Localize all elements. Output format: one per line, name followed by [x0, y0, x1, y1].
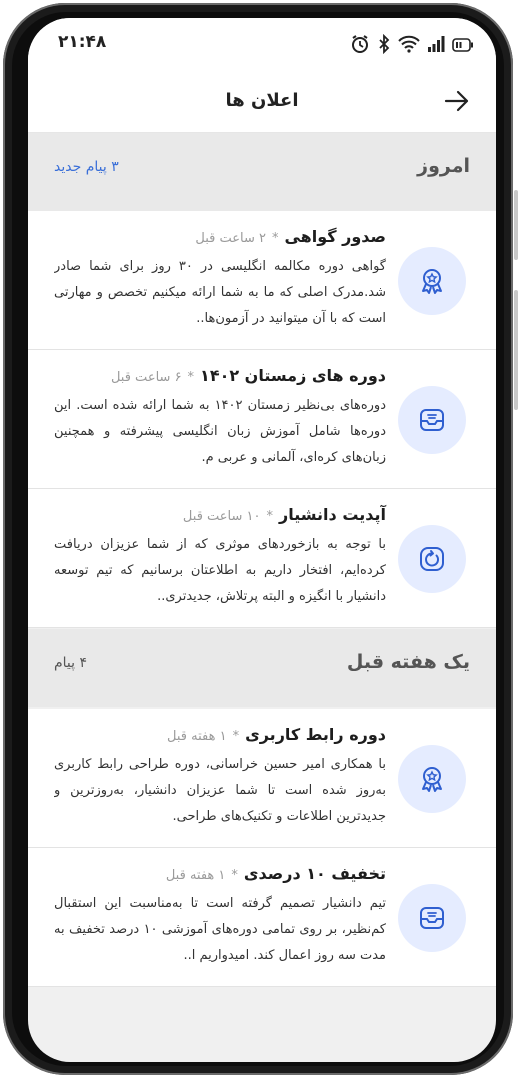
inbox-icon	[398, 386, 466, 454]
separator-star: *	[271, 231, 279, 246]
notification-title: دوره های زمستان ۱۴۰۲	[200, 366, 386, 385]
notification-body: تیم دانشیار تصمیم گرفته است تا به‌مناسبت…	[54, 896, 386, 963]
notification-body: گواهی دوره مکالمه انگلیسی در ۳۰ روز برای…	[54, 259, 386, 326]
status-bar: ۲۱:۴۸	[28, 18, 496, 70]
notification-body: با توجه به بازخوردهای موثری که از شما عز…	[54, 537, 386, 604]
section-header-today: امروز ۳ پیام جدید	[28, 133, 496, 211]
notification-title: تخفیف ۱۰ درصدی	[243, 864, 386, 883]
notification-time: ۱ هفته قبل	[167, 729, 227, 744]
section-title: یک هفته قبل	[346, 651, 470, 673]
alarm-icon	[350, 34, 370, 58]
notification-title: صدور گواهی	[284, 227, 386, 246]
separator-star: *	[231, 868, 238, 883]
notification-body: دوره‌های بی‌نظیر زمستان ۱۴۰۲ به شما ارائ…	[54, 398, 386, 465]
notification-item[interactable]: دوره های زمستان ۱۴۰۲ * ۶ ساعت قبل دوره‌ه…	[28, 350, 496, 489]
section-header-week: یک هفته قبل ۴ پیام	[28, 629, 496, 707]
section-title: امروز	[417, 155, 470, 177]
notification-list-week: دوره رابط کاربری * ۱ هفته قبل با همکاری …	[28, 709, 496, 987]
notification-time: ۱ هفته قبل	[165, 868, 226, 883]
notification-item[interactable]: دوره رابط کاربری * ۱ هفته قبل با همکاری …	[28, 709, 496, 848]
award-icon	[398, 247, 466, 315]
messages-count: ۴ پیام	[54, 655, 88, 671]
notification-list-today: صدور گواهی * ۲ ساعت قبل گواهی دوره مکالم…	[28, 211, 496, 628]
notification-time: ۱۰ ساعت قبل	[182, 509, 261, 524]
new-messages-count[interactable]: ۳ پیام جدید	[54, 159, 119, 175]
separator-star: *	[187, 370, 195, 385]
side-button	[514, 190, 518, 260]
side-button	[514, 290, 518, 410]
notification-time: ۶ ساعت قبل	[110, 370, 182, 385]
notification-title: دوره رابط کاربری	[245, 725, 386, 744]
page-title: اعلان ها	[225, 90, 299, 111]
wifi-icon	[398, 35, 420, 57]
battery-icon	[452, 37, 474, 56]
award-icon	[398, 745, 466, 813]
notification-item[interactable]: آپدیت دانشیار * ۱۰ ساعت قبل با توجه به ب…	[28, 489, 496, 628]
separator-star: *	[266, 509, 274, 524]
screen: ۲۱:۴۸ اعلان ها امروز ۳ پیام جدید صدور گو…	[28, 18, 496, 1062]
notification-title: آپدیت دانشیار	[279, 505, 386, 524]
status-time: ۲۱:۴۸	[58, 32, 107, 52]
refresh-icon	[398, 525, 466, 593]
signal-icon	[427, 36, 445, 56]
notification-body: با همکاری امیر حسین خراسانی، دوره طراحی …	[54, 757, 386, 824]
arrow-right-icon[interactable]	[444, 90, 470, 112]
notification-item[interactable]: تخفیف ۱۰ درصدی * ۱ هفته قبل تیم دانشیار …	[28, 848, 496, 987]
app-bar: اعلان ها	[28, 70, 496, 133]
separator-star: *	[232, 729, 240, 744]
bluetooth-icon	[377, 33, 391, 58]
inbox-icon	[398, 884, 466, 952]
notification-item[interactable]: صدور گواهی * ۲ ساعت قبل گواهی دوره مکالم…	[28, 211, 496, 350]
notification-time: ۲ ساعت قبل	[195, 231, 266, 246]
